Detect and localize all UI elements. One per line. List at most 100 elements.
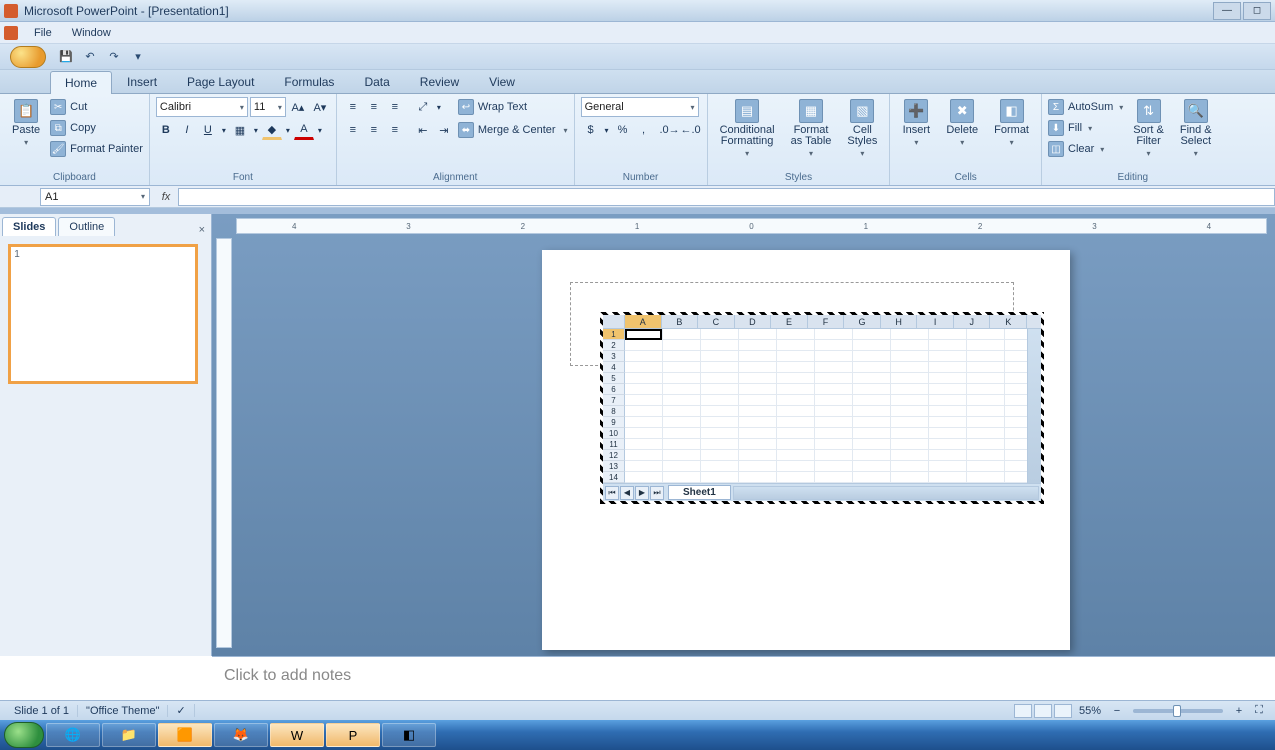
row-header-13[interactable]: 13: [603, 461, 625, 472]
fill-button[interactable]: ⬇Fill▾: [1048, 118, 1123, 138]
select-all-corner[interactable]: [603, 315, 625, 328]
row-header-14[interactable]: 14: [603, 472, 625, 483]
tab-formulas[interactable]: Formulas: [269, 70, 349, 93]
col-header-d[interactable]: D: [735, 315, 772, 328]
accounting-dropdown[interactable]: ▾: [602, 120, 612, 140]
col-header-f[interactable]: F: [808, 315, 845, 328]
normal-view-button[interactable]: [1014, 704, 1032, 718]
minimize-button[interactable]: —: [1213, 2, 1241, 20]
row-header-3[interactable]: 3: [603, 351, 625, 362]
sort-filter-button[interactable]: ⇅Sort & Filter▾: [1127, 97, 1170, 160]
insert-cells-button[interactable]: ➕Insert▾: [896, 97, 936, 149]
orientation-dropdown[interactable]: ▾: [434, 97, 444, 117]
tab-insert[interactable]: Insert: [112, 70, 172, 93]
taskbar-powerpoint-icon[interactable]: P: [326, 723, 380, 747]
format-painter-button[interactable]: 🖌Format Painter: [50, 139, 143, 159]
align-bottom-button[interactable]: ≡: [385, 97, 405, 117]
formula-input[interactable]: [178, 188, 1275, 206]
taskbar-ie-icon[interactable]: 🌐: [46, 723, 100, 747]
col-header-b[interactable]: B: [662, 315, 699, 328]
selected-cell-a1[interactable]: [625, 329, 662, 340]
row-header-9[interactable]: 9: [603, 417, 625, 428]
slideshow-view-button[interactable]: [1054, 704, 1072, 718]
autosum-button[interactable]: ΣAutoSum▾: [1048, 97, 1123, 117]
sheet-nav-prev[interactable]: ◀: [620, 486, 634, 500]
format-as-table-button[interactable]: ▦Format as Table▾: [785, 97, 838, 160]
percent-button[interactable]: %: [613, 120, 633, 140]
row-header-1[interactable]: 1: [603, 329, 625, 340]
align-left-button[interactable]: ≡: [343, 120, 363, 140]
border-button[interactable]: ▦: [230, 120, 250, 140]
find-select-button[interactable]: 🔍Find & Select▾: [1174, 97, 1218, 160]
wrap-text-button[interactable]: ↩Wrap Text: [458, 97, 568, 117]
menu-file[interactable]: File: [24, 24, 62, 42]
sheet-nav-next[interactable]: ▶: [635, 486, 649, 500]
sorter-view-button[interactable]: [1034, 704, 1052, 718]
decrease-decimal-button[interactable]: ←.0: [681, 120, 701, 140]
notes-pane[interactable]: Click to add notes: [212, 656, 1275, 700]
taskbar-explorer-icon[interactable]: 📁: [102, 723, 156, 747]
tab-review[interactable]: Review: [405, 70, 474, 93]
zoom-slider-thumb[interactable]: [1173, 705, 1181, 717]
excel-vertical-scrollbar[interactable]: [1027, 329, 1041, 483]
zoom-slider[interactable]: [1133, 709, 1223, 713]
row-header-10[interactable]: 10: [603, 428, 625, 439]
save-icon[interactable]: 💾: [56, 47, 76, 67]
font-color-button[interactable]: A: [294, 120, 314, 140]
col-header-a[interactable]: A: [625, 315, 662, 328]
slide-canvas[interactable]: A B C D E F G H I J K 1 2: [542, 250, 1070, 650]
row-header-6[interactable]: 6: [603, 384, 625, 395]
taskbar-firefox-icon[interactable]: 🦊: [214, 723, 268, 747]
cut-button[interactable]: ✂Cut: [50, 97, 143, 117]
slide-editor[interactable]: 4 3 2 1 0 1 2 3 4 A B C D: [212, 214, 1275, 656]
zoom-out-button[interactable]: −: [1107, 701, 1127, 721]
align-center-button[interactable]: ≡: [364, 120, 384, 140]
fill-color-dropdown[interactable]: ▾: [283, 120, 293, 140]
merge-center-button[interactable]: ⬌Merge & Center▾: [458, 120, 568, 140]
name-box[interactable]: A1▾: [40, 188, 150, 206]
menu-window[interactable]: Window: [62, 24, 121, 42]
increase-indent-button[interactable]: ⇥: [434, 120, 454, 140]
spellcheck-icon[interactable]: ✓: [168, 704, 194, 717]
slides-tab[interactable]: Slides: [2, 217, 56, 236]
tab-data[interactable]: Data: [349, 70, 404, 93]
col-header-j[interactable]: J: [954, 315, 991, 328]
undo-icon[interactable]: ↶: [80, 47, 100, 67]
excel-grid[interactable]: [625, 329, 1027, 483]
outline-tab[interactable]: Outline: [58, 217, 115, 236]
tab-view[interactable]: View: [474, 70, 530, 93]
col-header-e[interactable]: E: [771, 315, 808, 328]
increase-decimal-button[interactable]: .0→: [660, 120, 680, 140]
row-header-8[interactable]: 8: [603, 406, 625, 417]
number-format-combo[interactable]: General▾: [581, 97, 699, 117]
format-cells-button[interactable]: ◧Format▾: [988, 97, 1035, 149]
row-header-5[interactable]: 5: [603, 373, 625, 384]
comma-button[interactable]: ,: [634, 120, 654, 140]
font-name-combo[interactable]: Calibri▾: [156, 97, 248, 117]
decrease-indent-button[interactable]: ⇤: [413, 120, 433, 140]
qat-dropdown-icon[interactable]: ▾: [128, 47, 148, 67]
office-button[interactable]: [10, 46, 46, 68]
row-header-12[interactable]: 12: [603, 450, 625, 461]
align-top-button[interactable]: ≡: [343, 97, 363, 117]
bold-button[interactable]: B: [156, 120, 176, 140]
col-header-h[interactable]: H: [881, 315, 918, 328]
italic-button[interactable]: I: [177, 120, 197, 140]
cell-styles-button[interactable]: ▧Cell Styles▾: [841, 97, 883, 160]
fx-label[interactable]: fx: [154, 191, 178, 203]
copy-button[interactable]: ⧉Copy: [50, 118, 143, 138]
clear-button[interactable]: ◫Clear▾: [1048, 139, 1123, 159]
sheet-nav-first[interactable]: ⏮: [605, 486, 619, 500]
sheet-tab-sheet1[interactable]: Sheet1: [668, 485, 731, 500]
grow-font-button[interactable]: A▴: [288, 97, 308, 117]
underline-dropdown[interactable]: ▾: [219, 120, 229, 140]
taskbar-app-button[interactable]: 🟧: [158, 723, 212, 747]
col-header-g[interactable]: G: [844, 315, 881, 328]
fill-color-button[interactable]: ◆: [262, 120, 282, 140]
align-middle-button[interactable]: ≡: [364, 97, 384, 117]
shrink-font-button[interactable]: A▾: [310, 97, 330, 117]
font-size-combo[interactable]: 11▾: [250, 97, 286, 117]
vertical-ruler[interactable]: [216, 238, 232, 648]
redo-icon[interactable]: ↷: [104, 47, 124, 67]
restore-button[interactable]: ◻: [1243, 2, 1271, 20]
